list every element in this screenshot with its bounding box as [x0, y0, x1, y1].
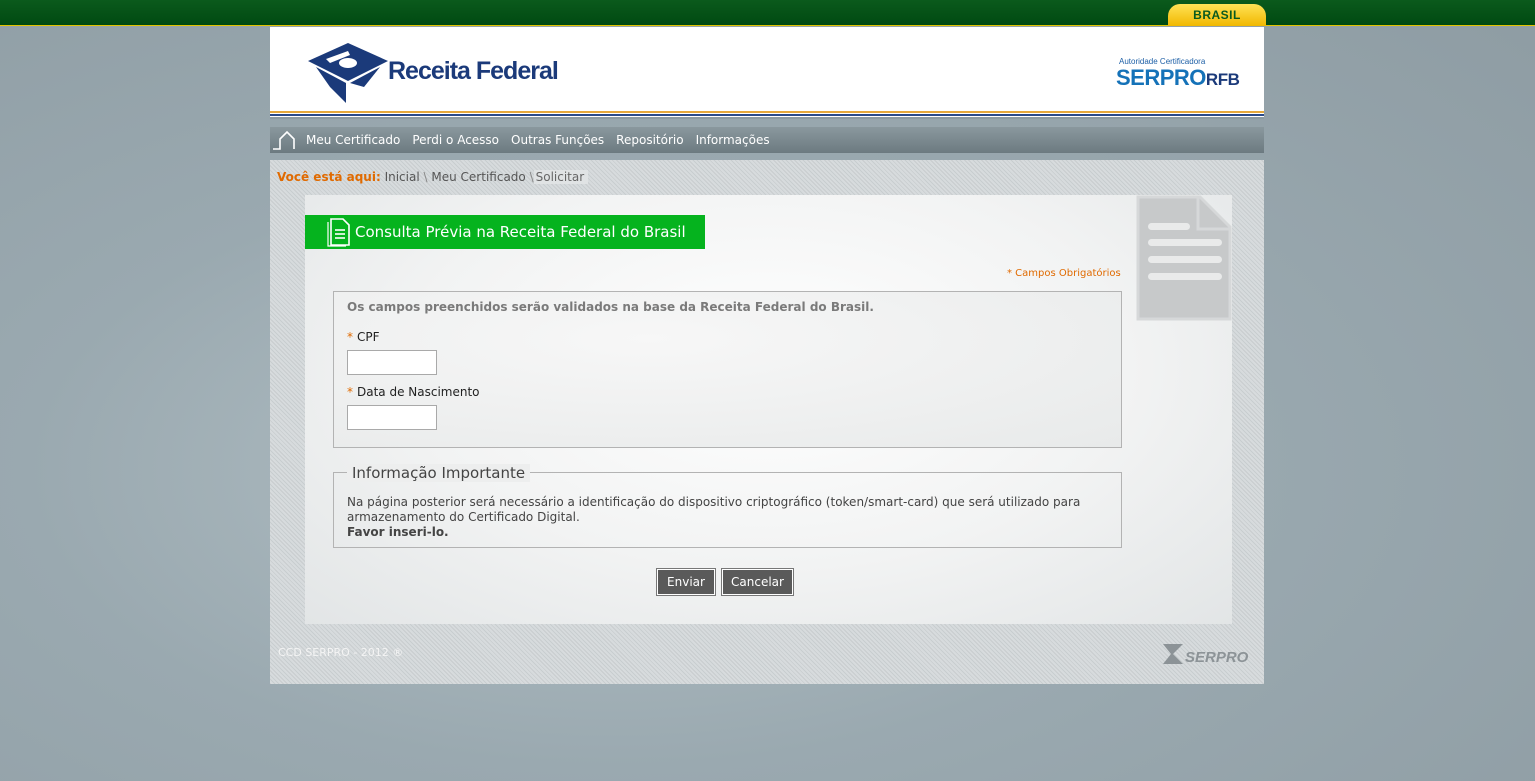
serpro-logo-text: SERPRO: [1116, 65, 1206, 90]
receita-federal-name: Receita Federal: [388, 57, 559, 85]
form-title-bar: Consulta Prévia na Receita Federal do Br…: [305, 215, 705, 249]
cpf-label-text: CPF: [357, 330, 380, 344]
nav-item-meu-certificado[interactable]: Meu Certificado: [300, 133, 406, 147]
breadcrumb-label: Você está aqui:: [277, 170, 381, 184]
info-text: Na página posterior será necessário a id…: [347, 495, 1081, 524]
serpro-footer-text: SERPRO: [1185, 649, 1249, 666]
serpro-rfb-logo: SERPRORFB: [1116, 65, 1240, 91]
birthdate-input[interactable]: [347, 405, 437, 430]
required-fields-note: * Campos Obrigatórios: [1007, 268, 1121, 279]
form-title: Consulta Prévia na Receita Federal do Br…: [355, 223, 686, 241]
rfb-logo-text: RFB: [1205, 70, 1240, 89]
serpro-logo-icon: SERPRO: [1163, 644, 1249, 666]
main-nav: Meu Certificado Perdi o Acesso Outras Fu…: [270, 127, 1264, 153]
cancel-button[interactable]: Cancelar: [721, 568, 794, 596]
document-icon: [327, 218, 350, 247]
breadcrumb-item-inicial[interactable]: Inicial: [385, 170, 420, 184]
breadcrumb: Você está aqui: Inicial \ Meu Certificad…: [277, 170, 589, 185]
site-header: Receita Federal Autoridade Certificadora…: [270, 27, 1264, 119]
document-icon: [1136, 195, 1232, 321]
info-strong-text: Favor inseri-lo.: [347, 525, 449, 539]
birthdate-label-text: Data de Nascimento: [357, 385, 480, 399]
nav-item-informacoes[interactable]: Informações: [690, 133, 776, 147]
birthdate-label: * Data de Nascimento: [347, 385, 480, 399]
nav-item-repositorio[interactable]: Repositório: [610, 133, 689, 147]
brasil-badge[interactable]: BRASIL: [1168, 4, 1266, 26]
cpf-input[interactable]: [347, 350, 437, 375]
nav-item-perdi-o-acesso[interactable]: Perdi o Acesso: [406, 133, 505, 147]
receita-federal-logo-icon: [308, 43, 388, 103]
breadcrumb-separator: \: [423, 170, 428, 184]
home-icon[interactable]: [270, 127, 300, 153]
required-marker: *: [347, 330, 353, 344]
footer-copyright: CCD SERPRO - 2012 ®: [278, 646, 404, 659]
validation-note: Os campos preenchidos serão validados na…: [347, 300, 874, 314]
header-stripes: [270, 111, 1264, 119]
submit-button[interactable]: Enviar: [656, 568, 716, 596]
required-marker: *: [347, 385, 353, 399]
nav-item-outras-funcoes[interactable]: Outras Funções: [505, 133, 610, 147]
breadcrumb-item-meu-certificado[interactable]: Meu Certificado: [431, 170, 525, 184]
breadcrumb-item-solicitar: Solicitar: [533, 170, 589, 184]
top-government-bar: [0, 0, 1535, 26]
info-legend: Informação Importante: [347, 464, 531, 482]
form-fieldset: [333, 291, 1122, 448]
cpf-label: * CPF: [347, 330, 380, 344]
